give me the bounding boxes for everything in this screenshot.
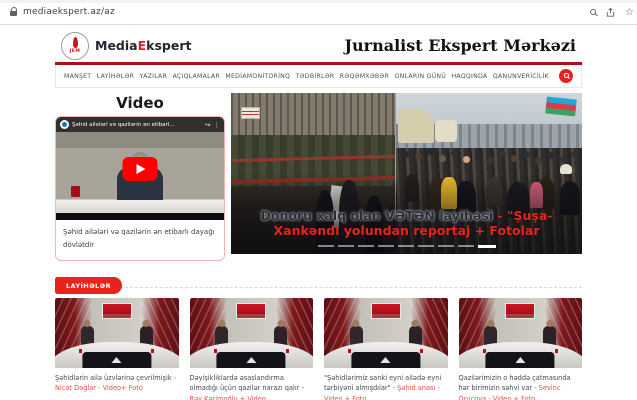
video-card[interactable]: Şəhid ailələri və qazilərin ən etibarl..…	[55, 116, 225, 261]
slider-dash[interactable]	[398, 245, 414, 247]
site-header: JEM MediaEkspert Jurnalist Ekspert Mərkə…	[55, 29, 582, 62]
video-share-icon[interactable]: ↪	[205, 121, 210, 129]
slider-dash[interactable]	[438, 245, 454, 247]
project-thumbnail[interactable]	[55, 298, 179, 368]
nav-item-onlarin-gunu[interactable]: ONLARIN GÜNÜ	[395, 73, 447, 80]
nav-item-mediamonitorinq[interactable]: MEDİAMONİTORİNQ	[225, 73, 290, 80]
play-button[interactable]	[123, 157, 158, 181]
search-button[interactable]	[559, 69, 573, 83]
project-title: Dəyişikliklərdə əsaslandırma olmadığı üç…	[190, 374, 304, 393]
project-caption[interactable]: Dəyişikliklərdə əsaslandırma olmadığı üç…	[190, 373, 314, 400]
site-logo[interactable]: JEM MediaEkspert	[61, 32, 191, 60]
main-nav: MANŞET LAYİHƏLƏR YAZILAR AÇIQLAMALAR MED…	[55, 65, 582, 88]
zoom-icon[interactable]	[590, 9, 596, 15]
project-card[interactable]: Qazilərimizin o həddə çatmasında hər bir…	[459, 298, 583, 400]
studio-logo-cube	[71, 186, 80, 197]
desk-mugs	[384, 349, 387, 353]
desk-logo-panel	[217, 352, 286, 368]
logo-monogram: JEM	[70, 49, 81, 54]
nav-item-reqemxeber[interactable]: RƏQƏMXƏBƏR	[340, 73, 389, 80]
desk-mugs	[519, 349, 522, 353]
project-byline: Rəy Kərimoğlu + Video	[190, 395, 266, 400]
headline-main: Donoru xalq olan VƏTƏN layihəsi	[261, 208, 494, 223]
slider-dash[interactable]	[358, 245, 374, 247]
project-thumbnail[interactable]	[459, 298, 583, 368]
browser-toolbar-icons: ☆	[590, 7, 627, 18]
nav-item-aciqlamalar[interactable]: AÇIQLAMALAR	[173, 73, 220, 80]
play-triangle-icon	[137, 164, 146, 174]
url-text[interactable]: mediaekspert.az/az	[23, 7, 115, 17]
projects-badge[interactable]: LAYİHƏLƏR	[55, 277, 122, 294]
nav-item-haqqinda[interactable]: HAQQINDA	[452, 73, 488, 80]
project-caption[interactable]: Qazilərimizin o həddə çatmasında hər bir…	[459, 373, 583, 400]
brand-prefix: Media	[95, 38, 138, 53]
player-control-strip	[56, 213, 224, 220]
video-column: Video Şəhid ailələri və qazilərin ə	[55, 93, 225, 261]
desk-logo-panel	[486, 352, 555, 368]
slider-dash[interactable]	[338, 245, 354, 247]
projects-cards: Şəhidlərin ailə üzvlərinə çevrilmişik - …	[55, 298, 582, 400]
featured-slider[interactable]: Donoru xalq olan VƏTƏN layihəsi - "Şuşa-…	[231, 93, 582, 254]
bookmark-star-icon[interactable]: ☆	[625, 7, 634, 18]
project-thumbnail[interactable]	[190, 298, 314, 368]
desk-mugs	[115, 349, 118, 353]
brand-name: MediaEkspert	[95, 38, 191, 53]
brand-suffix: kspert	[146, 38, 191, 53]
browser-window: mediaekspert.az/az ☆ JEM MediaEkspert Ju…	[0, 0, 637, 400]
slider-dash[interactable]	[318, 245, 334, 247]
desk-logo-panel	[82, 352, 151, 368]
project-title: Şəhidlərin ailə üzvlərinə çevrilmişik	[55, 374, 172, 382]
site-title: Jurnalist Ekspert Mərkəzi	[344, 36, 576, 55]
studio-screen	[236, 303, 266, 319]
projects-section-header: LAYİHƏLƏR	[55, 273, 582, 289]
youtube-title-bar: Şəhid ailələri və qazilərin ən etibarl..…	[56, 117, 224, 132]
search-icon	[564, 73, 569, 78]
project-card[interactable]: Şəhidlərin ailə üzvlərinə çevrilmişik - …	[55, 298, 179, 400]
studio-screen	[505, 303, 535, 319]
slider-dash-active[interactable]	[478, 245, 496, 248]
studio-desk	[56, 200, 224, 213]
studio-screen	[102, 303, 132, 319]
project-thumbnail[interactable]	[324, 298, 448, 368]
project-caption[interactable]: Şəhidlərin ailə üzvlərinə çevrilmişik - …	[55, 373, 179, 395]
nav-items: MANŞET LAYİHƏLƏR YAZILAR AÇIQLAMALAR MED…	[64, 73, 559, 80]
share-icon[interactable]	[605, 7, 616, 18]
video-player[interactable]: Şəhid ailələri və qazilərin ən etibarl..…	[56, 117, 224, 220]
lock-icon	[10, 11, 17, 16]
project-card[interactable]: Dəyişikliklərdə əsaslandırma olmadığı üç…	[190, 298, 314, 400]
jem-logo-icon: JEM	[61, 32, 89, 60]
brand-accent: E	[138, 38, 147, 53]
browser-url-bar[interactable]: mediaekspert.az/az ☆	[0, 0, 637, 25]
nav-item-qanunvericilik[interactable]: QANUNVERİCİLİK	[493, 73, 549, 80]
desk-logo-panel	[351, 352, 420, 368]
project-caption[interactable]: "Şəhidlərimiz sanki eyni ailədə eyni tər…	[324, 373, 448, 400]
desk-mugs	[250, 349, 253, 353]
slider-dash[interactable]	[378, 245, 394, 247]
video-menu-icon[interactable]: ⋮	[214, 121, 221, 129]
slider-dash[interactable]	[418, 245, 434, 247]
channel-avatar[interactable]	[60, 120, 69, 129]
nav-item-layiheler[interactable]: LAYİHƏLƏR	[97, 73, 134, 80]
video-section-heading: Video	[55, 93, 225, 116]
studio-screen	[371, 303, 401, 319]
page-container: JEM MediaEkspert Jurnalist Ekspert Mərkə…	[55, 25, 582, 400]
slide-headline[interactable]: Donoru xalq olan VƏTƏN layihəsi - "Şuşa-…	[231, 208, 582, 239]
slider-indicators	[231, 245, 582, 248]
main-content: Video Şəhid ailələri və qazilərin ə	[55, 93, 582, 261]
video-caption[interactable]: Şəhid ailələri və qazilərin ən etibarlı …	[56, 220, 224, 260]
nav-item-yazilar[interactable]: YAZILAR	[140, 73, 167, 80]
nav-item-tedbirler[interactable]: TƏDBİRLƏR	[296, 73, 335, 80]
youtube-video-title[interactable]: Şəhid ailələri və qazilərin ən etibarl..…	[72, 122, 202, 128]
slider-dash[interactable]	[458, 245, 474, 247]
nav-item-manset[interactable]: MANŞET	[64, 73, 91, 80]
flame-icon	[73, 37, 78, 48]
project-card[interactable]: "Şəhidlərimiz sanki eyni ailədə eyni tər…	[324, 298, 448, 400]
